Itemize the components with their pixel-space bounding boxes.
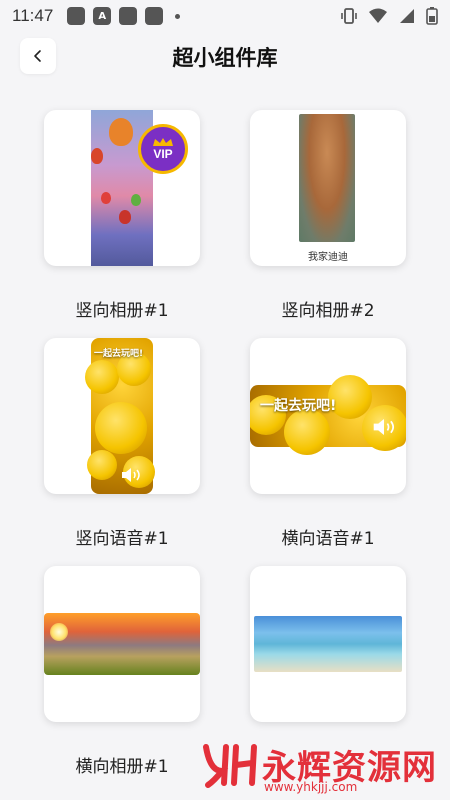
widget-tile-horizontal-voice-1[interactable]: 一起去玩吧! 横向语音#1 xyxy=(250,338,406,549)
notification-app-icon xyxy=(119,7,138,25)
widget-tile-vertical-album-2[interactable]: 我家迪迪 竖向相册#2 xyxy=(250,110,406,321)
speaker-icon xyxy=(373,419,394,435)
widget-tile-horizontal-album-1[interactable]: 横向相册#1 xyxy=(44,566,200,777)
vip-badge: VIP xyxy=(138,124,188,174)
vibrate-icon xyxy=(341,8,357,24)
widget-preview-card[interactable] xyxy=(44,566,200,722)
widget-tile-horizontal-album-2[interactable] xyxy=(250,566,406,752)
page-title: 超小组件库 xyxy=(172,46,278,70)
notification-app-icon xyxy=(67,7,86,25)
signal-icon xyxy=(400,9,414,23)
vip-label: VIP xyxy=(153,146,173,161)
widget-preview-card[interactable]: VIP xyxy=(44,110,200,266)
widget-label: 竖向相册#2 xyxy=(281,301,375,321)
watermark-url: www.yhkjjj.com xyxy=(264,780,358,794)
beach-photo xyxy=(254,616,402,672)
widget-tile-vertical-album-1[interactable]: VIP 竖向相册#1 xyxy=(44,110,200,321)
widget-label: 竖向相册#1 xyxy=(75,301,169,321)
status-bar: 11:47 A xyxy=(0,0,450,32)
more-notifications-dot xyxy=(175,13,181,19)
watermark: 永辉资源网 www.yhkjjj.com xyxy=(200,740,437,794)
voice-message-text: 一起去玩吧! xyxy=(94,349,144,359)
battery-icon xyxy=(426,7,438,25)
widget-label: 横向语音#1 xyxy=(281,529,375,549)
widget-label: 竖向语音#1 xyxy=(75,529,169,549)
voice-message-text: 一起去玩吧! xyxy=(260,398,337,414)
emoji-photo: 一起去玩吧! xyxy=(85,338,155,494)
widget-tile-vertical-voice-1[interactable]: 一起去玩吧! 竖向语音#1 xyxy=(44,338,200,549)
sunset-photo xyxy=(44,613,200,675)
widget-preview-card[interactable]: 我家迪迪 xyxy=(250,110,406,266)
crown-icon xyxy=(153,137,173,146)
widget-preview-card[interactable] xyxy=(250,566,406,722)
dog-photo xyxy=(299,114,355,242)
wifi-icon xyxy=(369,8,387,23)
widget-preview-card[interactable]: 一起去玩吧! xyxy=(250,338,406,494)
notification-app-icon xyxy=(145,7,164,25)
status-time: 11:47 xyxy=(12,6,54,25)
emoji-photo: 一起去玩吧! xyxy=(250,375,406,455)
speaker-icon xyxy=(122,468,140,482)
photo-caption: 我家迪迪 xyxy=(308,252,348,263)
header: 超小组件库 xyxy=(0,38,450,78)
widget-preview-card[interactable]: 一起去玩吧! xyxy=(44,338,200,494)
sun-glow xyxy=(50,623,68,641)
watermark-logo-icon xyxy=(203,743,257,788)
notification-a-icon: A xyxy=(93,7,112,25)
widget-label: 横向相册#1 xyxy=(75,757,169,777)
